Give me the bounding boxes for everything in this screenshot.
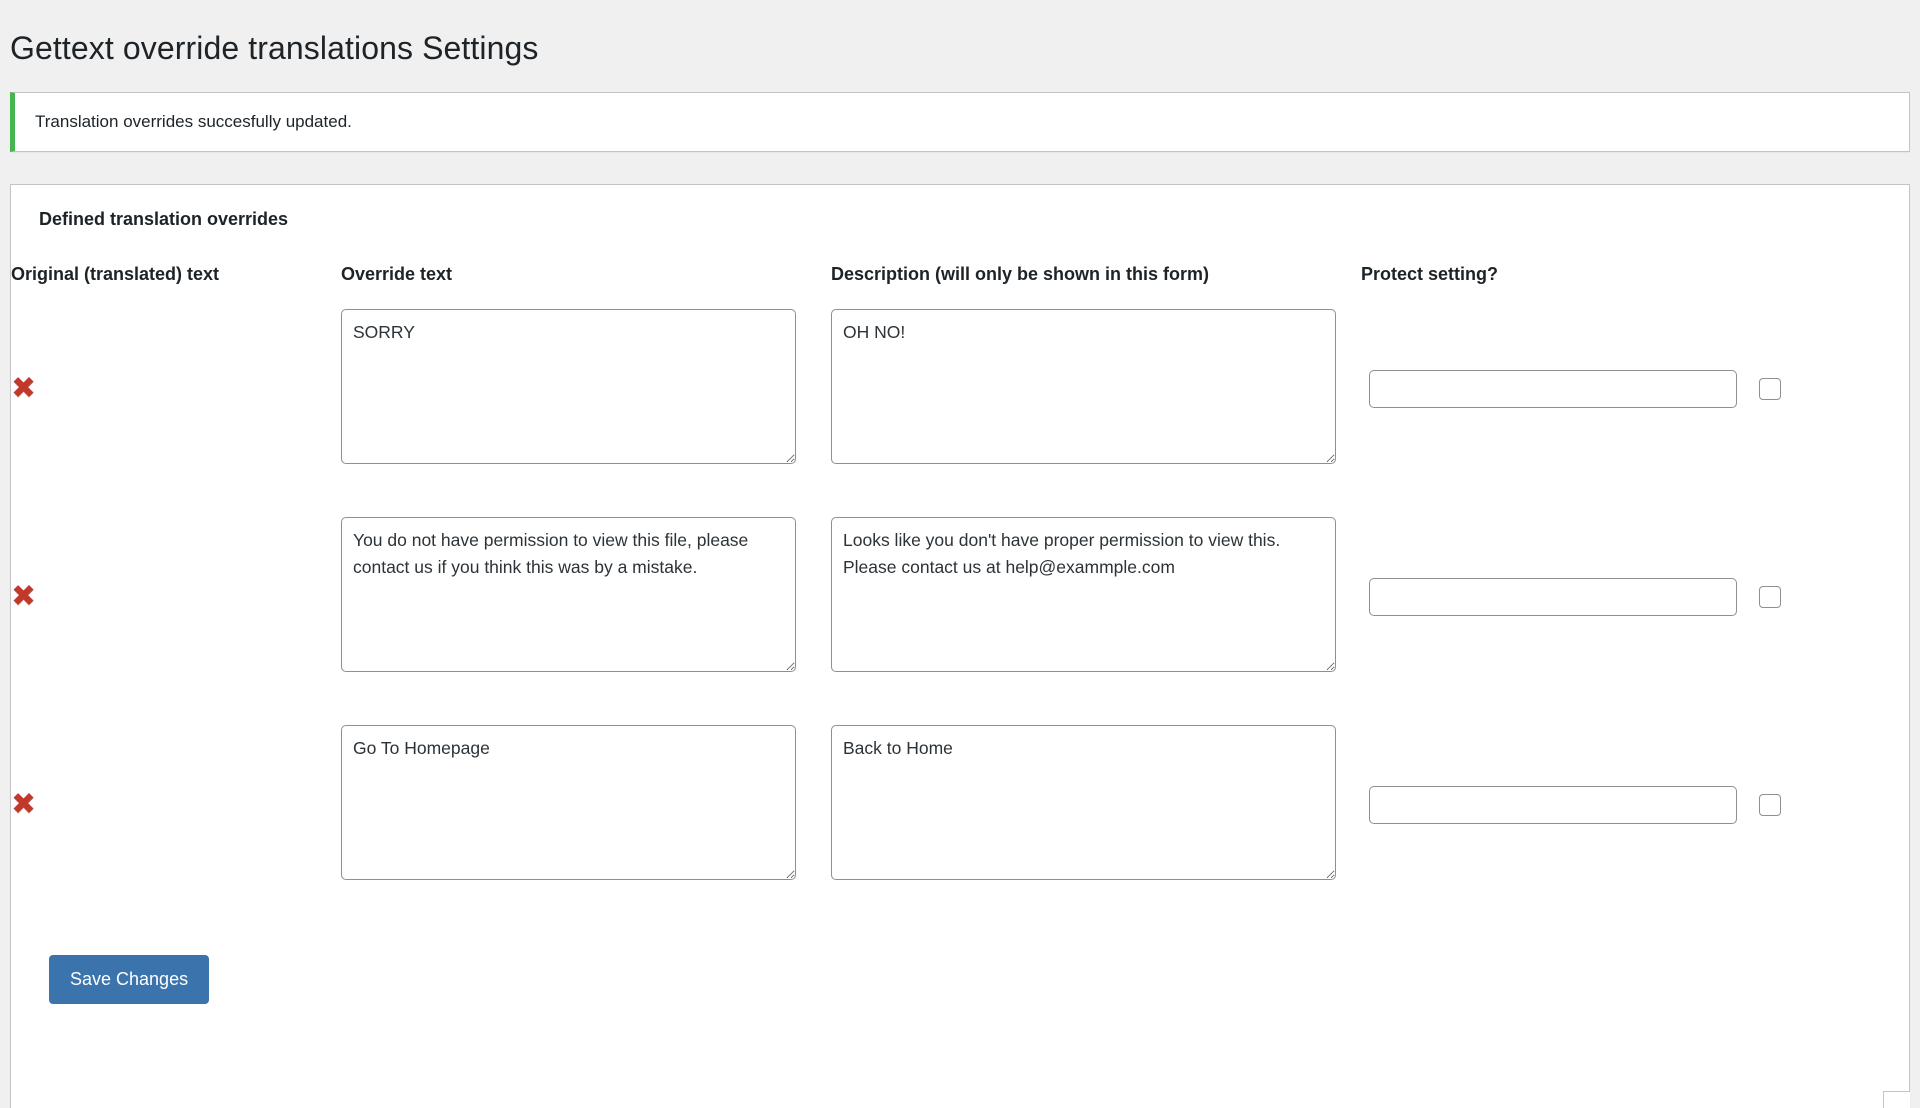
delete-row-icon[interactable]: ✖ (11, 790, 36, 820)
protect-setting-checkbox[interactable] (1759, 378, 1781, 401)
protect-setting-checkbox[interactable] (1759, 794, 1781, 817)
column-header-original: Original (translated) text (11, 264, 220, 285)
protect-setting-input[interactable] (1369, 578, 1737, 617)
override-text-input[interactable] (341, 517, 796, 673)
column-header-protect: Protect setting? (1361, 264, 1499, 285)
column-header-spacer (1761, 264, 1911, 285)
page-title: Gettext override translations Settings (10, 30, 539, 66)
delete-row-icon[interactable]: ✖ (11, 582, 36, 612)
protect-cell (1361, 285, 1911, 493)
table-row: ✖ (11, 493, 1911, 701)
table-header: Original (translated) text Override text… (11, 264, 1911, 285)
notice-message: Translation overrides succesfully update… (35, 111, 352, 131)
delete-cell: ✖ (11, 701, 341, 909)
settings-page: Gettext override translations Settings T… (0, 0, 1920, 1108)
delete-cell: ✖ (11, 493, 341, 701)
table-row: ✖ (11, 285, 1911, 493)
description-cell (831, 493, 1361, 701)
column-header-description: Description (will only be shown in this … (831, 264, 1210, 285)
protect-cell (1361, 493, 1911, 701)
protect-setting-input[interactable] (1369, 370, 1737, 409)
overrides-panel: Defined translation overrides Original (… (10, 184, 1910, 1108)
table-row: ✖ (11, 701, 1911, 909)
protect-cell (1361, 701, 1911, 909)
save-changes-button[interactable]: Save Changes (49, 955, 210, 1005)
override-text-input[interactable] (341, 309, 796, 465)
delete-row-icon[interactable]: ✖ (11, 374, 36, 404)
override-cell (341, 285, 831, 493)
protect-setting-checkbox[interactable] (1759, 586, 1781, 609)
override-text-input[interactable] (341, 725, 796, 881)
success-notice: Translation overrides succesfully update… (10, 91, 1910, 153)
protect-setting-input[interactable] (1369, 786, 1737, 825)
panel-heading: Defined translation overrides (39, 209, 289, 230)
delete-cell: ✖ (11, 285, 341, 493)
override-cell (341, 701, 831, 909)
page-corner-marker (1883, 1091, 1910, 1108)
override-cell (341, 493, 831, 701)
table-body: ✖ SORRY OH NO! ✖ You do not have permiss… (11, 285, 1911, 909)
description-text-input[interactable] (831, 309, 1336, 465)
overrides-table: Original (translated) text Override text… (11, 264, 1911, 909)
column-header-override: Override text (341, 264, 453, 285)
description-text-input[interactable] (831, 725, 1336, 881)
description-text-input[interactable] (831, 517, 1336, 673)
description-cell (831, 701, 1361, 909)
description-cell (831, 285, 1361, 493)
save-button-row: Save Changes (11, 909, 1909, 1005)
